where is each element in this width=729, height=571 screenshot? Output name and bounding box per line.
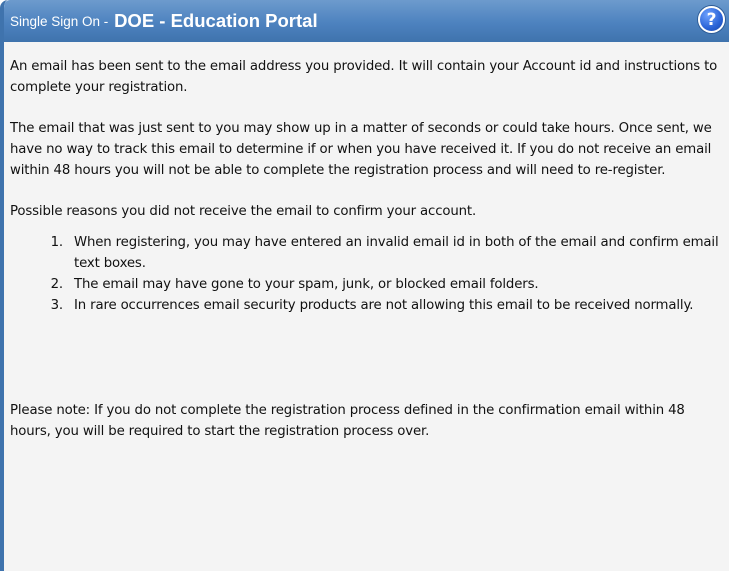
list-item: 1. When registering, you may have entere… <box>10 232 723 274</box>
list-item-text: When registering, you may have entered a… <box>74 235 719 271</box>
list-item-number: 1. <box>50 235 64 250</box>
list-item-text: The email may have gone to your spam, ju… <box>74 277 539 292</box>
reasons-list: 1. When registering, you may have entere… <box>10 232 723 316</box>
message-content: An email has been sent to the email addr… <box>4 42 729 571</box>
help-button[interactable]: ? <box>698 6 725 33</box>
list-item-number: 2. <box>50 277 64 292</box>
sso-panel: Single Sign On - DOE - Education Portal … <box>0 0 729 571</box>
list-item: 2. The email may have gone to your spam,… <box>10 274 723 295</box>
reasons-intro: Possible reasons you did not receive the… <box>10 204 477 219</box>
list-item: 3. In rare occurrences email security pr… <box>10 295 723 316</box>
email-delay-message: The email that was just sent to you may … <box>10 121 712 178</box>
list-item-text: In rare occurrences email security produ… <box>74 298 694 313</box>
title-prefix: Single Sign On - <box>10 13 113 29</box>
list-item-number: 3. <box>50 298 64 313</box>
email-sent-message: An email has been sent to the email addr… <box>10 59 718 95</box>
registration-note: Please note: If you do not complete the … <box>10 403 685 439</box>
panel-titlebar: Single Sign On - DOE - Education Portal … <box>4 0 729 42</box>
page-title: DOE - Education Portal <box>114 10 318 31</box>
help-question-icon: ? <box>706 9 717 30</box>
